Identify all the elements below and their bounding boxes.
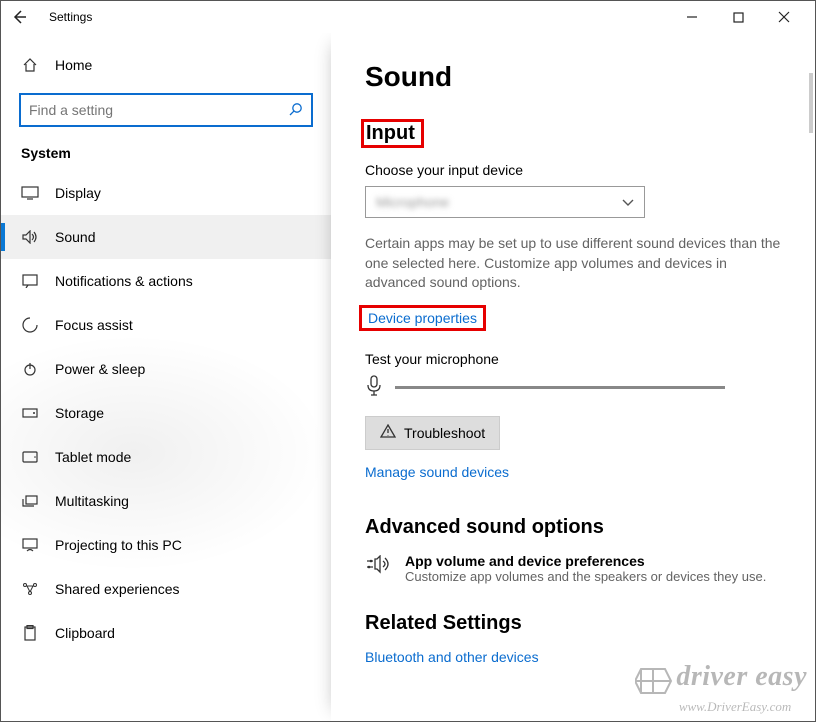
home-icon bbox=[21, 57, 39, 73]
sound-icon bbox=[21, 230, 39, 244]
choose-input-label: Choose your input device bbox=[365, 162, 781, 178]
projecting-icon bbox=[21, 538, 39, 552]
dropdown-value: Microphone bbox=[376, 194, 449, 210]
clipboard-icon bbox=[21, 625, 39, 641]
tablet-icon bbox=[21, 451, 39, 463]
app-volume-icon bbox=[365, 555, 391, 578]
back-button[interactable] bbox=[5, 3, 33, 31]
chevron-down-icon bbox=[622, 194, 634, 210]
sidebar-item-shared-experiences[interactable]: Shared experiences bbox=[1, 567, 331, 611]
microphone-icon bbox=[365, 375, 383, 400]
related-heading: Related Settings bbox=[365, 612, 781, 635]
sidebar-item-tablet-mode[interactable]: Tablet mode bbox=[1, 435, 331, 479]
troubleshoot-label: Troubleshoot bbox=[404, 425, 485, 441]
display-icon bbox=[21, 186, 39, 200]
app-volume-desc: Customize app volumes and the speakers o… bbox=[405, 569, 766, 584]
sidebar-nav-list: Display Sound Notifications & actions Fo… bbox=[1, 171, 331, 655]
manage-sound-devices-link[interactable]: Manage sound devices bbox=[365, 464, 509, 480]
sidebar-item-label: Shared experiences bbox=[55, 581, 180, 597]
sidebar-item-label: Power & sleep bbox=[55, 361, 145, 377]
test-mic-label: Test your microphone bbox=[365, 351, 781, 367]
sidebar-item-focus-assist[interactable]: Focus assist bbox=[1, 303, 331, 347]
sidebar-item-display[interactable]: Display bbox=[1, 171, 331, 215]
sidebar-item-label: Projecting to this PC bbox=[55, 537, 182, 553]
input-heading: Input bbox=[366, 122, 415, 145]
multitasking-icon bbox=[21, 495, 39, 507]
sidebar-home-label: Home bbox=[55, 57, 92, 73]
minimize-button[interactable] bbox=[669, 2, 715, 32]
search-field[interactable] bbox=[29, 102, 289, 118]
annotation-highlight-device-properties: Device properties bbox=[359, 305, 486, 331]
input-hint-text: Certain apps may be set up to use differ… bbox=[365, 234, 781, 293]
sidebar-item-label: Notifications & actions bbox=[55, 273, 193, 289]
maximize-button[interactable] bbox=[715, 2, 761, 32]
annotation-highlight-input: Input bbox=[361, 119, 424, 148]
warning-icon bbox=[380, 424, 396, 441]
sidebar-group-label: System bbox=[1, 139, 331, 171]
sidebar-item-projecting[interactable]: Projecting to this PC bbox=[1, 523, 331, 567]
close-button[interactable] bbox=[761, 2, 807, 32]
mic-level-bar bbox=[395, 386, 725, 389]
app-volume-row[interactable]: App volume and device preferences Custom… bbox=[365, 553, 781, 584]
content-area: Sound Input Choose your input device Mic… bbox=[331, 33, 815, 721]
input-device-dropdown[interactable]: Microphone bbox=[365, 186, 645, 218]
scrollbar[interactable] bbox=[809, 73, 813, 133]
sidebar-item-label: Multitasking bbox=[55, 493, 129, 509]
sidebar-item-multitasking[interactable]: Multitasking bbox=[1, 479, 331, 523]
search-input[interactable] bbox=[19, 93, 313, 127]
sidebar-item-label: Sound bbox=[55, 229, 95, 245]
sidebar-item-sound[interactable]: Sound bbox=[1, 215, 331, 259]
bluetooth-link[interactable]: Bluetooth and other devices bbox=[365, 649, 539, 665]
window-title: Settings bbox=[49, 10, 92, 24]
power-icon bbox=[21, 362, 39, 376]
sidebar-item-power-sleep[interactable]: Power & sleep bbox=[1, 347, 331, 391]
sidebar-item-label: Storage bbox=[55, 405, 104, 421]
focus-icon bbox=[21, 317, 39, 333]
shared-icon bbox=[21, 582, 39, 596]
device-properties-link[interactable]: Device properties bbox=[368, 310, 477, 326]
troubleshoot-button[interactable]: Troubleshoot bbox=[365, 416, 500, 450]
app-volume-title: App volume and device preferences bbox=[405, 553, 766, 569]
search-icon bbox=[289, 102, 303, 119]
sidebar-item-notifications[interactable]: Notifications & actions bbox=[1, 259, 331, 303]
sidebar-item-label: Display bbox=[55, 185, 101, 201]
notifications-icon bbox=[21, 274, 39, 288]
page-title: Sound bbox=[365, 61, 781, 93]
sidebar-item-label: Clipboard bbox=[55, 625, 115, 641]
sidebar-home[interactable]: Home bbox=[1, 43, 331, 87]
sidebar: Home System Display Sound bbox=[1, 33, 331, 721]
sidebar-item-clipboard[interactable]: Clipboard bbox=[1, 611, 331, 655]
advanced-heading: Advanced sound options bbox=[365, 516, 781, 539]
sidebar-item-label: Focus assist bbox=[55, 317, 133, 333]
sidebar-item-label: Tablet mode bbox=[55, 449, 131, 465]
sidebar-item-storage[interactable]: Storage bbox=[1, 391, 331, 435]
storage-icon bbox=[21, 408, 39, 418]
